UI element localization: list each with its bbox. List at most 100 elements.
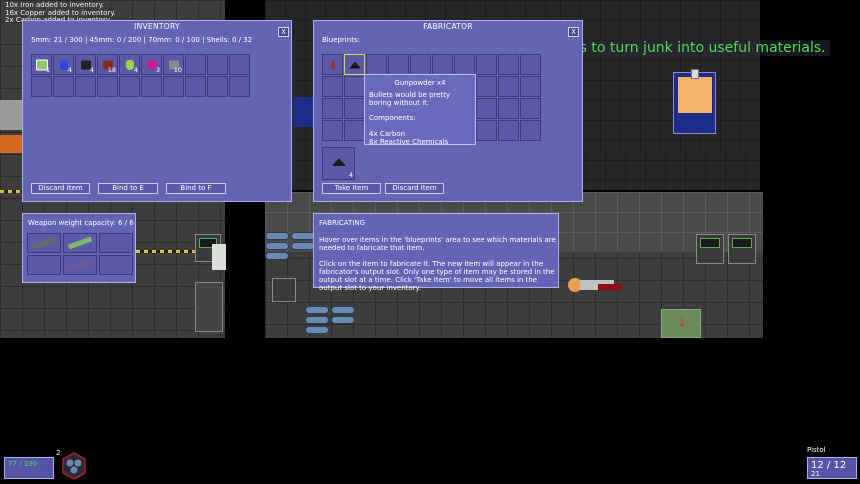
weapon-slot[interactable] — [99, 233, 133, 253]
blueprint-slot[interactable] — [344, 120, 365, 141]
discard-item-button[interactable]: Discard Item — [31, 183, 90, 194]
inventory-close-button[interactable]: X — [278, 27, 289, 37]
inventory-title: INVENTORY — [134, 22, 180, 31]
bed — [673, 69, 716, 134]
blueprint-slot[interactable] — [322, 120, 343, 141]
inventory-slot[interactable] — [207, 54, 228, 75]
inventory-slot[interactable] — [141, 76, 162, 97]
output-count: 4 — [348, 171, 353, 179]
exit-pad[interactable]: ↓ — [661, 309, 701, 338]
bind-to-e-button[interactable]: Bind to E — [98, 183, 158, 194]
inventory-slot[interactable] — [229, 54, 250, 75]
inventory-panel: INVENTORY X 5mm: 21 / 300 | 45mm: 0 / 20… — [22, 20, 292, 202]
blueprint-slot[interactable] — [498, 54, 519, 75]
inventory-slot[interactable] — [31, 76, 52, 97]
bind-to-f-button[interactable]: Bind to F — [166, 183, 226, 194]
inventory-slot[interactable]: 18 — [97, 54, 118, 75]
tooltip-description: Bullets would be pretty boring without i… — [369, 91, 451, 107]
slot-count: 18 — [107, 66, 116, 74]
blueprint-slot[interactable] — [344, 98, 365, 119]
player-character — [568, 274, 624, 294]
weapon-panel: Weapon weight capacity: 6 / 6 — [22, 213, 136, 283]
weapon-slot[interactable] — [63, 233, 97, 253]
inventory-slot[interactable]: 4 — [53, 54, 74, 75]
blueprint-slot[interactable] — [498, 120, 519, 141]
barrel-stack-1 — [265, 232, 317, 264]
blueprint-slot[interactable] — [476, 120, 497, 141]
slot-count: 4 — [67, 66, 72, 74]
blueprint-slot[interactable] — [498, 76, 519, 97]
weapon-name: Pistol — [807, 446, 826, 454]
green-pistol-icon — [67, 236, 93, 250]
barrel-stack-2 — [305, 306, 357, 338]
inventory-slot[interactable] — [229, 76, 250, 97]
output-slot[interactable]: 4 — [322, 147, 355, 180]
grenade-icon — [60, 452, 88, 480]
weapon-capacity-label: Weapon weight capacity: 6 / 6 — [28, 219, 134, 227]
slot-count: 4 — [89, 66, 94, 74]
blueprint-slot[interactable] — [520, 98, 541, 119]
blueprint-slot[interactable] — [344, 54, 365, 75]
blueprint-slot[interactable] — [498, 98, 519, 119]
fabricator-panel: FABRICATOR X Blueprints: 4 Take Item Dis… — [313, 20, 583, 202]
blueprint-slot[interactable] — [410, 54, 431, 75]
blueprint-tooltip: Gunpowder x4 Bullets would be pretty bor… — [364, 74, 476, 146]
inventory-slot[interactable] — [163, 76, 184, 97]
ammo-counter: 5mm: 21 / 300 | 45mm: 0 / 200 | 70mm: 0 … — [31, 36, 253, 44]
blue-flask-icon — [59, 59, 68, 70]
inventory-slot[interactable]: 1 — [31, 54, 52, 75]
enemy-character — [212, 244, 226, 270]
blueprint-slot[interactable] — [432, 54, 453, 75]
blueprint-slot[interactable] — [322, 54, 343, 75]
blueprint-slot[interactable] — [388, 54, 409, 75]
weapon-slot[interactable] — [99, 255, 133, 275]
slot-count: 1 — [45, 66, 50, 74]
health-text: 77 / 100 — [8, 460, 38, 468]
inventory-slot[interactable] — [97, 76, 118, 97]
blueprint-slot[interactable] — [366, 54, 387, 75]
fabricating-info-panel: FABRICATING Hover over items in the 'blu… — [313, 213, 559, 292]
inventory-slot[interactable]: 4 — [119, 54, 140, 75]
gunpowder-icon — [348, 61, 361, 68]
inventory-slot[interactable] — [185, 76, 206, 97]
fabricating-title: FABRICATING — [319, 219, 366, 227]
inventory-slot[interactable]: 3 — [141, 54, 162, 75]
door-blue — [293, 97, 313, 127]
slot-count: 3 — [155, 66, 160, 74]
blueprint-slot[interactable] — [476, 54, 497, 75]
blueprint-slot[interactable] — [476, 76, 497, 97]
blueprint-slot[interactable] — [322, 98, 343, 119]
fabricating-paragraph: Click on the item to fabricate it. The n… — [319, 260, 555, 292]
inventory-slot[interactable] — [119, 76, 140, 97]
machine-5[interactable] — [728, 234, 756, 264]
blueprint-slot[interactable] — [520, 76, 541, 97]
tooltip-component: 8x Reactive Chemicals — [369, 138, 449, 146]
blueprint-slot[interactable] — [454, 54, 475, 75]
inventory-slot[interactable] — [53, 76, 74, 97]
tooltip-title: Gunpowder x4 — [394, 79, 446, 87]
bullet-icon — [330, 60, 335, 69]
slot-count: 4 — [133, 66, 138, 74]
weapon-slot[interactable] — [27, 255, 61, 275]
blueprint-slot[interactable] — [520, 54, 541, 75]
machine-2[interactable] — [195, 282, 223, 332]
weapon-slot[interactable] — [27, 233, 61, 253]
tooltip-component: 4x Carbon — [369, 130, 406, 138]
blueprint-slot[interactable] — [476, 98, 497, 119]
slot-count: 10 — [173, 66, 182, 74]
blueprints-label: Blueprints: — [322, 36, 360, 44]
inventory-slot[interactable] — [185, 54, 206, 75]
weapon-slot[interactable] — [63, 255, 97, 275]
fab-discard-item-button[interactable]: Discard Item — [385, 183, 444, 194]
fabricator-close-button[interactable]: X — [568, 27, 579, 37]
blueprint-slot[interactable] — [344, 76, 365, 97]
take-item-button[interactable]: Take Item — [322, 183, 381, 194]
inventory-slot[interactable] — [207, 76, 228, 97]
blueprint-slot[interactable] — [322, 76, 343, 97]
blueprint-slot[interactable] — [520, 120, 541, 141]
inventory-slot[interactable]: 4 — [75, 54, 96, 75]
inventory-slot[interactable] — [75, 76, 96, 97]
inventory-slot[interactable]: 10 — [163, 54, 184, 75]
machine-4[interactable] — [696, 234, 724, 264]
machine-3[interactable] — [272, 278, 296, 302]
